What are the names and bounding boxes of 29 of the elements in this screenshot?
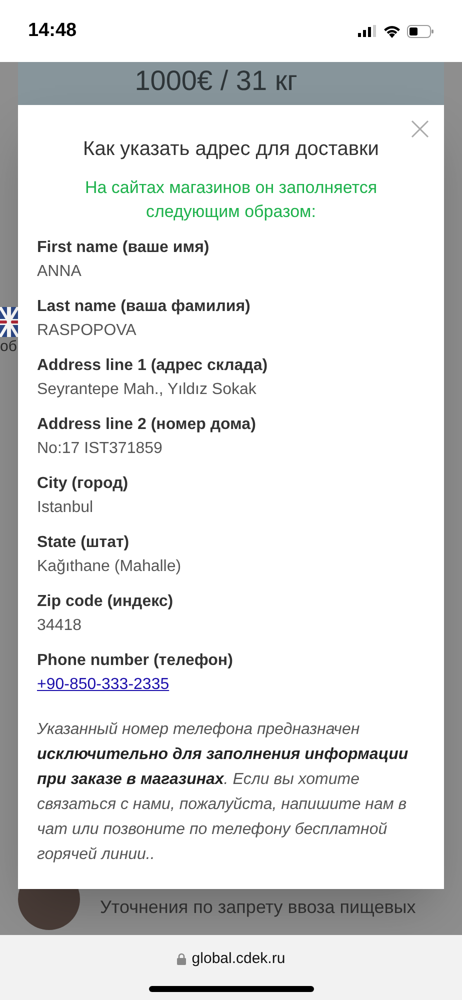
phone-link[interactable]: +90-850-333-2335 bbox=[37, 673, 170, 697]
field-label: Zip code (индекс) bbox=[37, 592, 174, 612]
field-label: Phone number (телефон) bbox=[37, 651, 234, 671]
field-value: 34418 bbox=[37, 616, 82, 636]
field-label: State (штат) bbox=[37, 533, 130, 553]
lock-icon bbox=[176, 953, 186, 966]
battery-icon bbox=[407, 24, 434, 38]
field-value: No:17 IST371859 bbox=[37, 439, 164, 459]
status-time: 14:48 bbox=[28, 18, 77, 43]
field-label: First name (ваше имя) bbox=[37, 238, 210, 258]
url-text[interactable]: global.cdek.ru bbox=[192, 948, 286, 970]
modal-title: Как указать адрес для доставки bbox=[82, 137, 380, 162]
field-value: ANNA bbox=[37, 262, 82, 282]
close-icon[interactable] bbox=[411, 120, 429, 138]
field-label: City (город) bbox=[37, 474, 130, 494]
modal-subtitle: На сайтах магазинов он заполняется следующим образом: bbox=[84, 177, 378, 223]
note-text: Указанный номер телефона предназначен исключительно для заполнения информации при заказе в магазинах. Если вы хотите связаться с нами, пожалуйста, напишите нам в чат или позвоните по телефону бесплатной горячей линии.. bbox=[37, 720, 410, 865]
field-label: Last name (ваша фамилия) bbox=[37, 297, 252, 317]
banner-text: 1000€ / 31 кг bbox=[134, 64, 298, 98]
field-value: Seyrantepe Mah., Yıldız Sokak bbox=[37, 380, 258, 400]
field-label: Address line 2 (номер дома) bbox=[37, 415, 257, 435]
signal-icon bbox=[358, 25, 377, 37]
field-value: Istanbul bbox=[37, 498, 94, 518]
field-label: Address line 1 (адрес склада) bbox=[37, 356, 269, 376]
wifi-icon bbox=[383, 24, 401, 38]
side-text: об bbox=[0, 337, 17, 357]
field-value: RASPOPOVA bbox=[37, 321, 138, 341]
field-value: Kağıthane (Mahalle) bbox=[37, 557, 182, 577]
message-preview: Уточнения по запрету ввоза пищевых bbox=[100, 896, 416, 919]
